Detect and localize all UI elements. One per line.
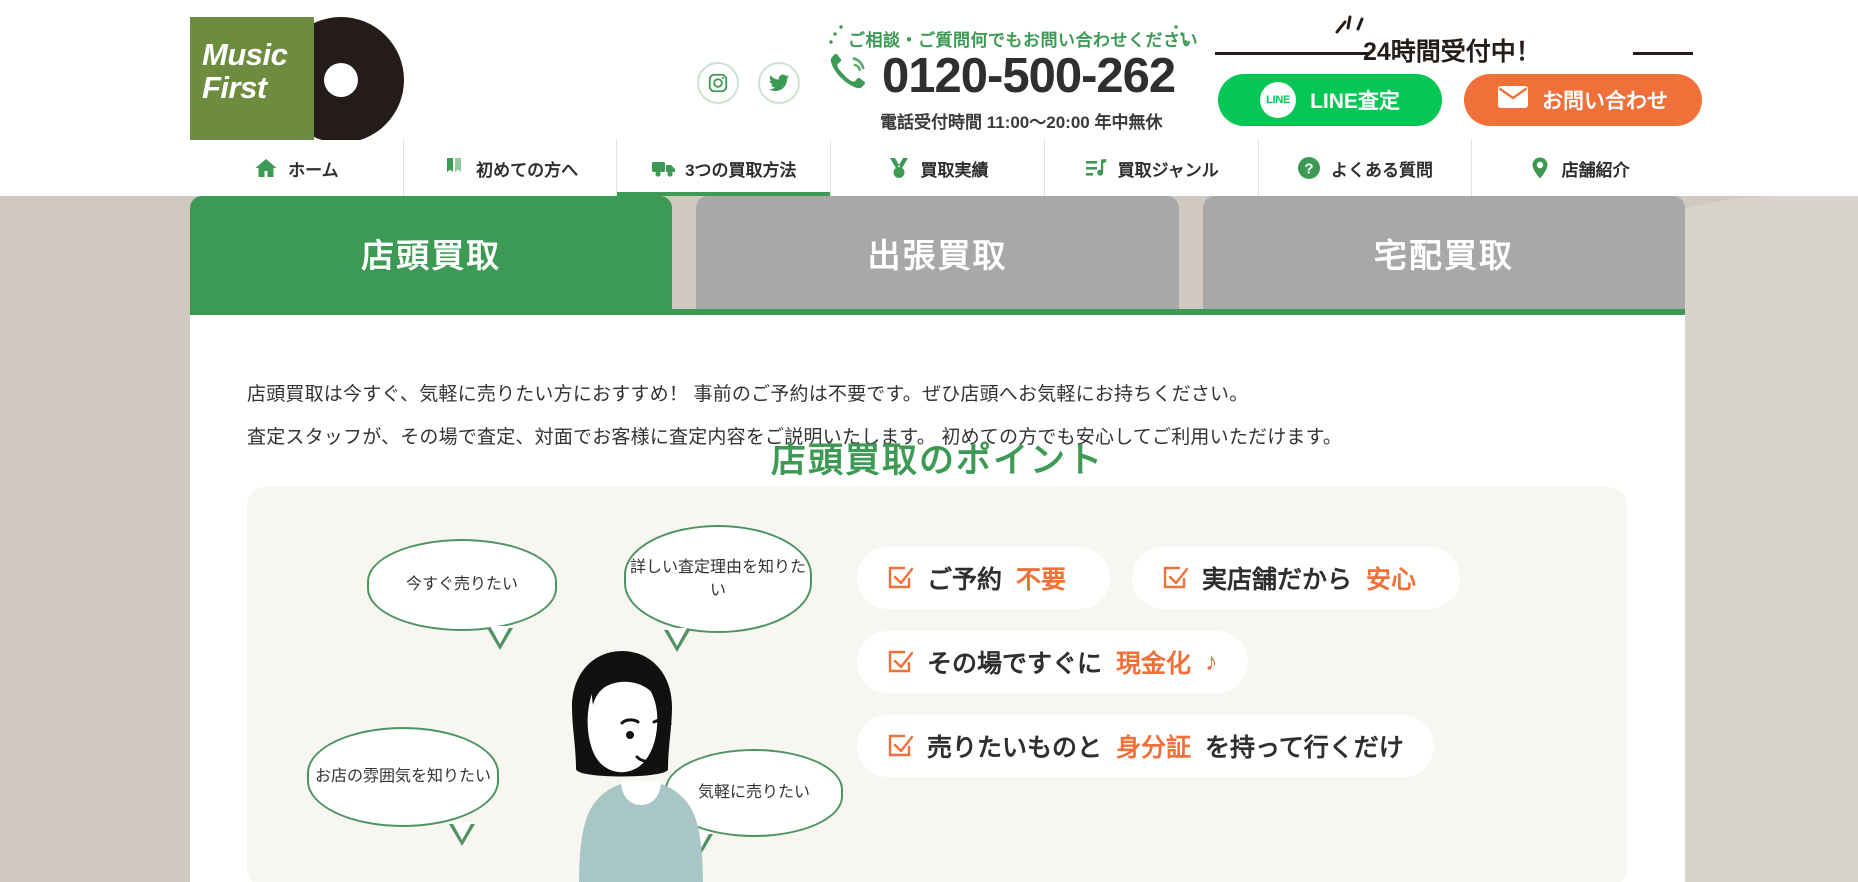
book-icon [442, 156, 466, 180]
tab-delivery-buying[interactable]: 宅配買取 [1202, 196, 1685, 309]
instagram-link[interactable] [697, 62, 739, 104]
nav-item-home[interactable]: ホーム [190, 140, 403, 196]
tab-label: 出張買取 [867, 236, 1008, 274]
check-box-icon [887, 565, 914, 591]
award-icon [887, 156, 911, 180]
sparkle-icon [1333, 14, 1367, 44]
nav-item-results[interactable]: 買取実績 [830, 140, 1044, 196]
badge-rule-left [1215, 52, 1370, 55]
nav-item-stores[interactable]: 店舗紹介 [1471, 140, 1686, 196]
question-icon: ? [1297, 156, 1321, 180]
tab-label: 店頭買取 [361, 236, 502, 274]
bubble-text: お店の雰囲気を知りたい [314, 768, 491, 786]
home-icon [254, 156, 278, 180]
phone-number: 0120-500-262 [882, 49, 1176, 103]
checklist-highlight: 安心 [1366, 566, 1417, 594]
check-box-icon [887, 733, 914, 759]
points-section-title: 店頭買取のポイント [770, 441, 1104, 480]
checklist-item: 売りたいものと 身分証 を持って行くだけ [857, 715, 1434, 777]
svg-text:?: ? [1304, 161, 1313, 178]
tagline-decor-left [829, 24, 845, 50]
description-paragraph: 店頭買取は今すぐ、気軽に売りたい方におすすめ！ 事前のご予約は不要です。ぜひ店頭… [247, 384, 1249, 405]
mail-icon [1498, 86, 1528, 114]
checklist-text: 実店舗だから [1202, 566, 1353, 594]
checklist-item: 実店舗だから 安心 [1132, 547, 1461, 609]
checklist-item: ご予約 不要 [857, 547, 1111, 609]
line-assessment-button[interactable]: LINE LINE査定 [1218, 74, 1442, 126]
nav-label: 買取実績 [920, 160, 989, 180]
logo-line-2: First [202, 70, 267, 106]
bubble-tail [487, 626, 513, 650]
phone-icon [828, 53, 872, 99]
line-button-label: LINE査定 [1310, 90, 1400, 113]
nav-item-faq[interactable]: ? よくある質問 [1257, 140, 1472, 196]
bubble-text: 詳しい査定理由を知りたい [629, 558, 806, 599]
checklist-highlight: 身分証 [1116, 734, 1192, 762]
check-box-icon [1162, 565, 1189, 591]
checklist-row: ご予約 不要 実店舗だから 安心 [857, 547, 1597, 609]
bubble-text: 今すぐ売りたい [405, 576, 518, 594]
logo-text: Music First [202, 37, 288, 106]
phone-link[interactable]: 0120-500-262 [828, 49, 1176, 103]
nav-item-first-time[interactable]: 初めての方へ [402, 140, 617, 196]
checklist-tail: を持って行くだけ [1205, 734, 1404, 762]
nav-label: よくある質問 [1330, 160, 1433, 180]
check-box-icon [887, 649, 914, 675]
checklist-text: ご予約 [927, 566, 1003, 594]
nav-item-buying-methods[interactable]: 3つの買取方法 [616, 140, 831, 196]
instagram-icon[interactable] [697, 62, 739, 104]
speech-bubble: お店の雰囲気を知りたい [307, 727, 499, 846]
header-tagline: ご相談・ご質問何でもお問い合わせください [848, 31, 1198, 50]
checklist-text: その場ですぐに [927, 650, 1103, 678]
twitter-icon[interactable] [758, 62, 800, 104]
buying-method-tabs: 店頭買取 出張買取 宅配買取 [190, 196, 1685, 309]
nav-label: 初めての方へ [476, 160, 579, 180]
list-music-icon [1084, 156, 1108, 180]
checklist-item: その場ですぐに 現金化 ♪ [857, 631, 1248, 693]
truck-icon [651, 156, 676, 180]
checklist-highlight: 現金化 [1116, 650, 1192, 678]
page-root: Music First ご相談・ご質問何でもお問い合わせください 0120-50… [0, 0, 1858, 882]
nav-label: ホーム [288, 160, 339, 180]
points-panel: 今すぐ売りたい 詳しい査定理由を知りたい お店の雰囲気を知りたい 気軽に売りたい [247, 487, 1627, 882]
nav-label: 店舗紹介 [1561, 160, 1630, 180]
points-checklist: ご予約 不要 実店舗だから 安心 その場ですぐに 現金化 ♪ 売りたいものと 身… [857, 547, 1597, 799]
tab-active-underline [190, 309, 1685, 315]
contact-button-label: お問い合わせ [1542, 90, 1668, 113]
badge-24h-text: 24時間受付中！ [1363, 38, 1541, 66]
tab-label: 宅配買取 [1373, 236, 1514, 274]
logo-line-1: Music [202, 37, 288, 72]
tagline-decor-right [1172, 24, 1188, 50]
header-cta-group: LINE LINE査定 お問い合わせ [1218, 74, 1702, 126]
phone-hours: 電話受付時間 11:00〜20:00 年中無休 [880, 113, 1163, 132]
bubble-tail [449, 822, 475, 846]
twitter-link[interactable] [758, 62, 800, 104]
contact-button[interactable]: お問い合わせ [1464, 74, 1702, 126]
checklist-row: その場ですぐに 現金化 ♪ [857, 631, 1597, 693]
checklist-row: 売りたいものと 身分証 を持って行くだけ [857, 715, 1597, 777]
nav-label: 3つの買取方法 [685, 160, 797, 180]
checklist-text: 売りたいものと [927, 734, 1103, 762]
line-icon: LINE [1260, 82, 1297, 118]
nav-label: 買取ジャンル [1117, 160, 1219, 180]
tab-panel-store-buying: 店頭買取は今すぐ、気軽に売りたい方におすすめ！ 事前のご予約は不要です。ぜひ店頭… [190, 315, 1685, 882]
checklist-highlight: 不要 [1016, 566, 1067, 594]
tab-visit-buying[interactable]: 出張買取 [696, 196, 1179, 309]
staff-illustration [517, 617, 717, 882]
main-navigation: ホーム 初めての方へ 3つの買取方法 買取実績 買取ジャンル ? よくある質問 … [190, 140, 1686, 196]
nav-item-genres[interactable]: 買取ジャンル [1043, 140, 1258, 196]
site-logo[interactable]: Music First [190, 10, 404, 150]
badge-rule-right [1633, 52, 1693, 55]
checklist-tail: ♪ [1205, 647, 1218, 676]
map-pin-icon [1528, 156, 1552, 180]
tab-store-buying[interactable]: 店頭買取 [190, 196, 673, 309]
